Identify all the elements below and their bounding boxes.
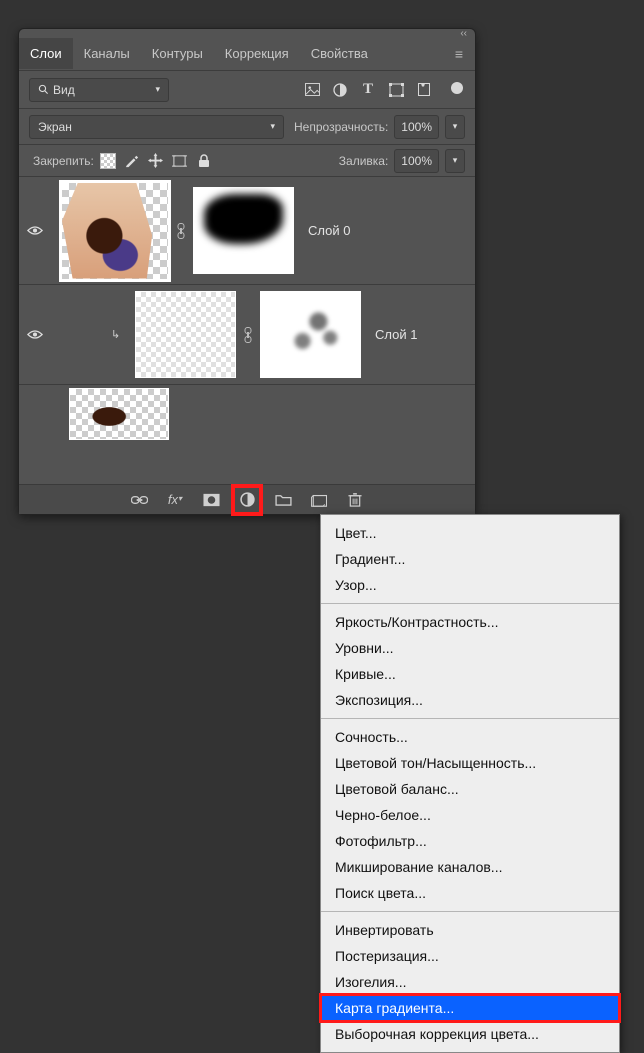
menu-item-exposure[interactable]: Экспозиция...: [321, 687, 619, 713]
lock-row: Закрепить: Заливка: 100% ▾: [19, 145, 475, 177]
fill-dropdown[interactable]: ▾: [445, 149, 465, 173]
filter-shape-icon[interactable]: [387, 81, 405, 99]
fx-icon[interactable]: fx▾: [165, 490, 185, 510]
layers-footer: fx▾: [19, 484, 475, 514]
panel-menu-icon[interactable]: ≡: [455, 46, 463, 62]
opacity-dropdown[interactable]: ▾: [445, 115, 465, 139]
link-icon[interactable]: [236, 327, 260, 343]
new-adjustment-layer-icon[interactable]: [237, 490, 257, 510]
menu-item-invert[interactable]: Инвертировать: [321, 917, 619, 943]
delete-layer-icon[interactable]: [345, 490, 365, 510]
lock-move-icon[interactable]: [148, 153, 164, 169]
blend-mode-value: Экран: [38, 120, 72, 134]
link-layers-icon[interactable]: [129, 490, 149, 510]
menu-item-pattern[interactable]: Узор...: [321, 572, 619, 598]
new-layer-icon[interactable]: [309, 490, 329, 510]
lock-artboard-icon[interactable]: [172, 153, 188, 169]
kind-label: Вид: [53, 83, 75, 97]
layer-name[interactable]: Слой 0: [308, 223, 350, 238]
visibility-icon[interactable]: [27, 225, 49, 236]
tab-adjustments[interactable]: Коррекция: [214, 38, 300, 69]
blend-row: Экран ▾ Непрозрачность: 100% ▾: [19, 109, 475, 145]
menu-item-brightness-contrast[interactable]: Яркость/Контрастность...: [321, 609, 619, 635]
layer-thumbnail[interactable]: [69, 388, 169, 440]
blend-mode-select[interactable]: Экран ▾: [29, 115, 284, 139]
layer-mask-thumbnail[interactable]: [260, 291, 361, 378]
menu-item-gradient[interactable]: Градиент...: [321, 546, 619, 572]
tab-layers[interactable]: Слои: [19, 38, 73, 69]
menu-item-curves[interactable]: Кривые...: [321, 661, 619, 687]
menu-item-color-balance[interactable]: Цветовой баланс...: [321, 776, 619, 802]
menu-item-black-white[interactable]: Черно-белое...: [321, 802, 619, 828]
new-group-icon[interactable]: [273, 490, 293, 510]
layer-row[interactable]: [19, 385, 475, 443]
menu-item-photo-filter[interactable]: Фотофильтр...: [321, 828, 619, 854]
menu-item-threshold[interactable]: Изогелия...: [321, 969, 619, 995]
lock-label: Закрепить:: [33, 154, 94, 168]
filter-smart-icon[interactable]: [415, 81, 433, 99]
tab-channels[interactable]: Каналы: [73, 38, 141, 69]
visibility-icon[interactable]: [27, 329, 49, 340]
filter-image-icon[interactable]: [303, 81, 321, 99]
menu-item-gradient-map[interactable]: Карта градиента...: [321, 995, 619, 1021]
opacity-label: Непрозрачность:: [294, 120, 388, 134]
panel-collapse-icon[interactable]: ‹‹: [19, 29, 475, 37]
lock-all-icon[interactable]: [196, 153, 212, 169]
fill-label: Заливка:: [339, 154, 389, 168]
layers-list: Слой 0 ↳ Слой 1: [19, 177, 475, 484]
menu-item-vibrance[interactable]: Сочность...: [321, 724, 619, 750]
clip-indicator-icon: ↳: [111, 328, 129, 341]
chevron-down-icon: ▾: [155, 84, 160, 95]
layer-filter-bar: Вид ▾ T: [19, 71, 475, 109]
search-icon: [38, 84, 49, 95]
menu-item-color[interactable]: Цвет...: [321, 520, 619, 546]
add-mask-icon[interactable]: [201, 490, 221, 510]
fill-value[interactable]: 100%: [394, 149, 439, 173]
chevron-down-icon: ▾: [270, 121, 275, 132]
layer-thumbnail[interactable]: [61, 182, 169, 280]
filter-toggle[interactable]: [451, 82, 463, 94]
layer-kind-select[interactable]: Вид ▾: [29, 78, 169, 102]
layer-mask-thumbnail[interactable]: [193, 187, 294, 274]
menu-item-color-lookup[interactable]: Поиск цвета...: [321, 880, 619, 906]
tab-properties[interactable]: Свойства: [300, 38, 379, 69]
layers-panel: ‹‹ Слои Каналы Контуры Коррекция Свойств…: [18, 28, 476, 515]
menu-item-hue-saturation[interactable]: Цветовой тон/Насыщенность...: [321, 750, 619, 776]
layer-thumbnail[interactable]: [135, 291, 236, 378]
menu-item-levels[interactable]: Уровни...: [321, 635, 619, 661]
adjustment-layer-menu: Цвет... Градиент... Узор... Яркость/Конт…: [320, 514, 620, 1053]
lock-transparency-icon[interactable]: [100, 153, 116, 169]
menu-item-posterize[interactable]: Постеризация...: [321, 943, 619, 969]
menu-item-channel-mixer[interactable]: Микширование каналов...: [321, 854, 619, 880]
filter-adjust-icon[interactable]: [331, 81, 349, 99]
tab-paths[interactable]: Контуры: [141, 38, 214, 69]
filter-type-icon[interactable]: T: [359, 81, 377, 99]
opacity-value[interactable]: 100%: [394, 115, 439, 139]
lock-paint-icon[interactable]: [124, 153, 140, 169]
layer-row[interactable]: ↳ Слой 1: [19, 285, 475, 385]
menu-item-selective-color[interactable]: Выборочная коррекция цвета...: [321, 1021, 619, 1047]
link-icon[interactable]: [169, 223, 193, 239]
panel-tabs: Слои Каналы Контуры Коррекция Свойства ≡: [19, 37, 475, 71]
layer-name[interactable]: Слой 1: [375, 327, 417, 342]
layer-row[interactable]: Слой 0: [19, 177, 475, 285]
